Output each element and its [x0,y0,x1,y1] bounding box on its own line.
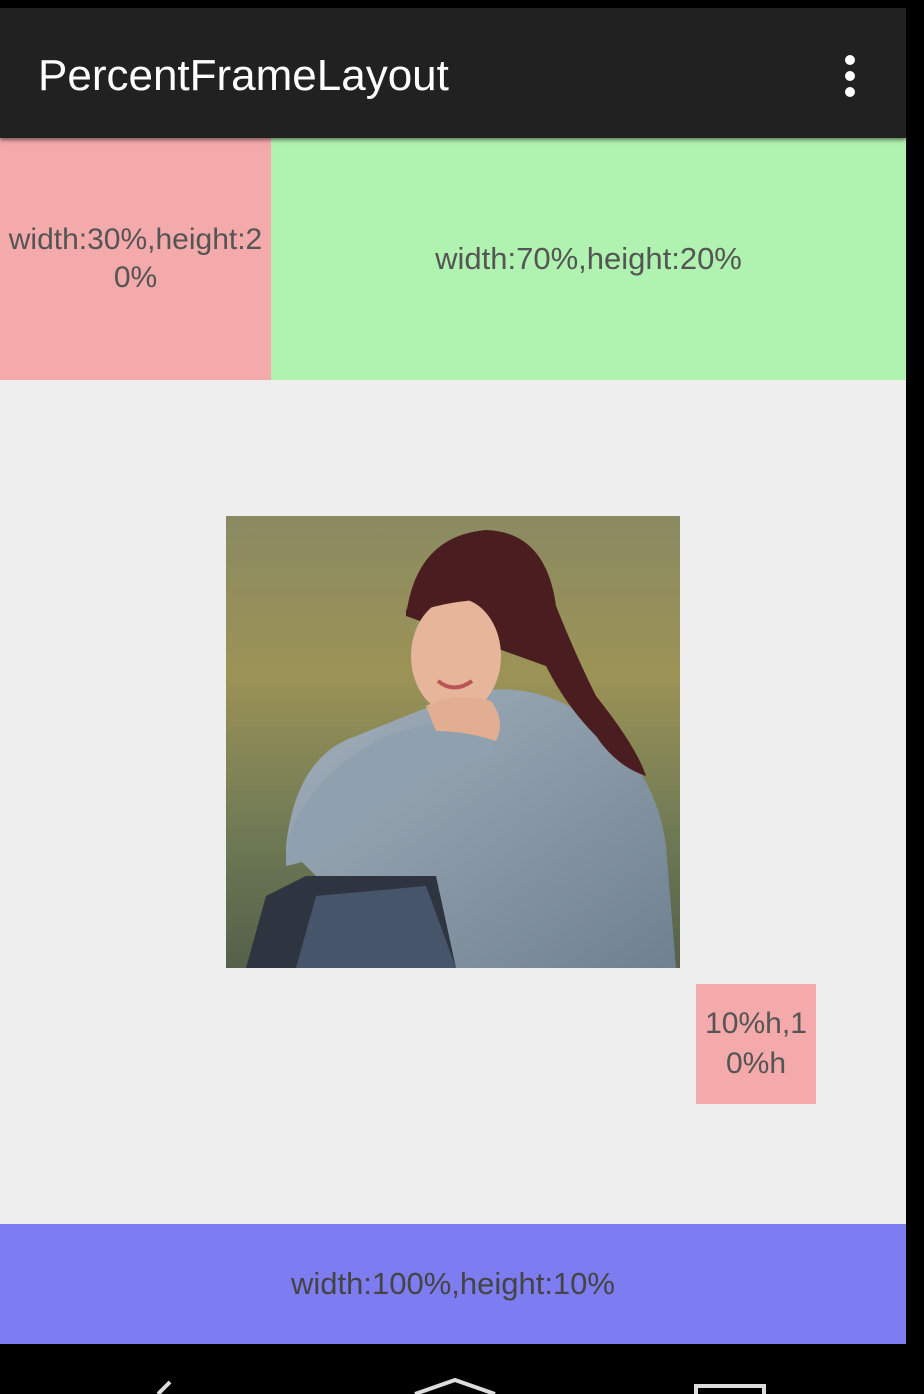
home-icon[interactable] [410,1344,500,1394]
center-photo [226,516,680,968]
box-label: 10%h,10%h [705,1007,807,1080]
box-width30-height20: width:30%,height:20% [0,138,271,380]
box-10h-10h: 10%h,10%h [696,984,816,1104]
overflow-menu-button[interactable] [820,36,880,116]
box-label: width:70%,height:20% [435,241,742,276]
recents-icon[interactable] [690,1344,770,1394]
box-width100-height10: width:100%,height:10% [0,1224,906,1344]
system-nav-bar [0,1344,906,1394]
more-vert-icon [845,55,855,97]
box-width70-height20: width:70%,height:20% [271,138,906,380]
screen-edge [906,0,924,1394]
percent-frame-layout: width:30%,height:20% width:70%,height:20… [0,138,906,1344]
app-title: PercentFrameLayout [38,51,449,100]
box-label: width:30%,height:20% [8,223,263,294]
back-icon[interactable] [140,1344,180,1394]
app-bar: PercentFrameLayout [0,8,906,138]
status-bar [0,0,924,8]
box-label: width:100%,height:10% [290,1266,615,1301]
